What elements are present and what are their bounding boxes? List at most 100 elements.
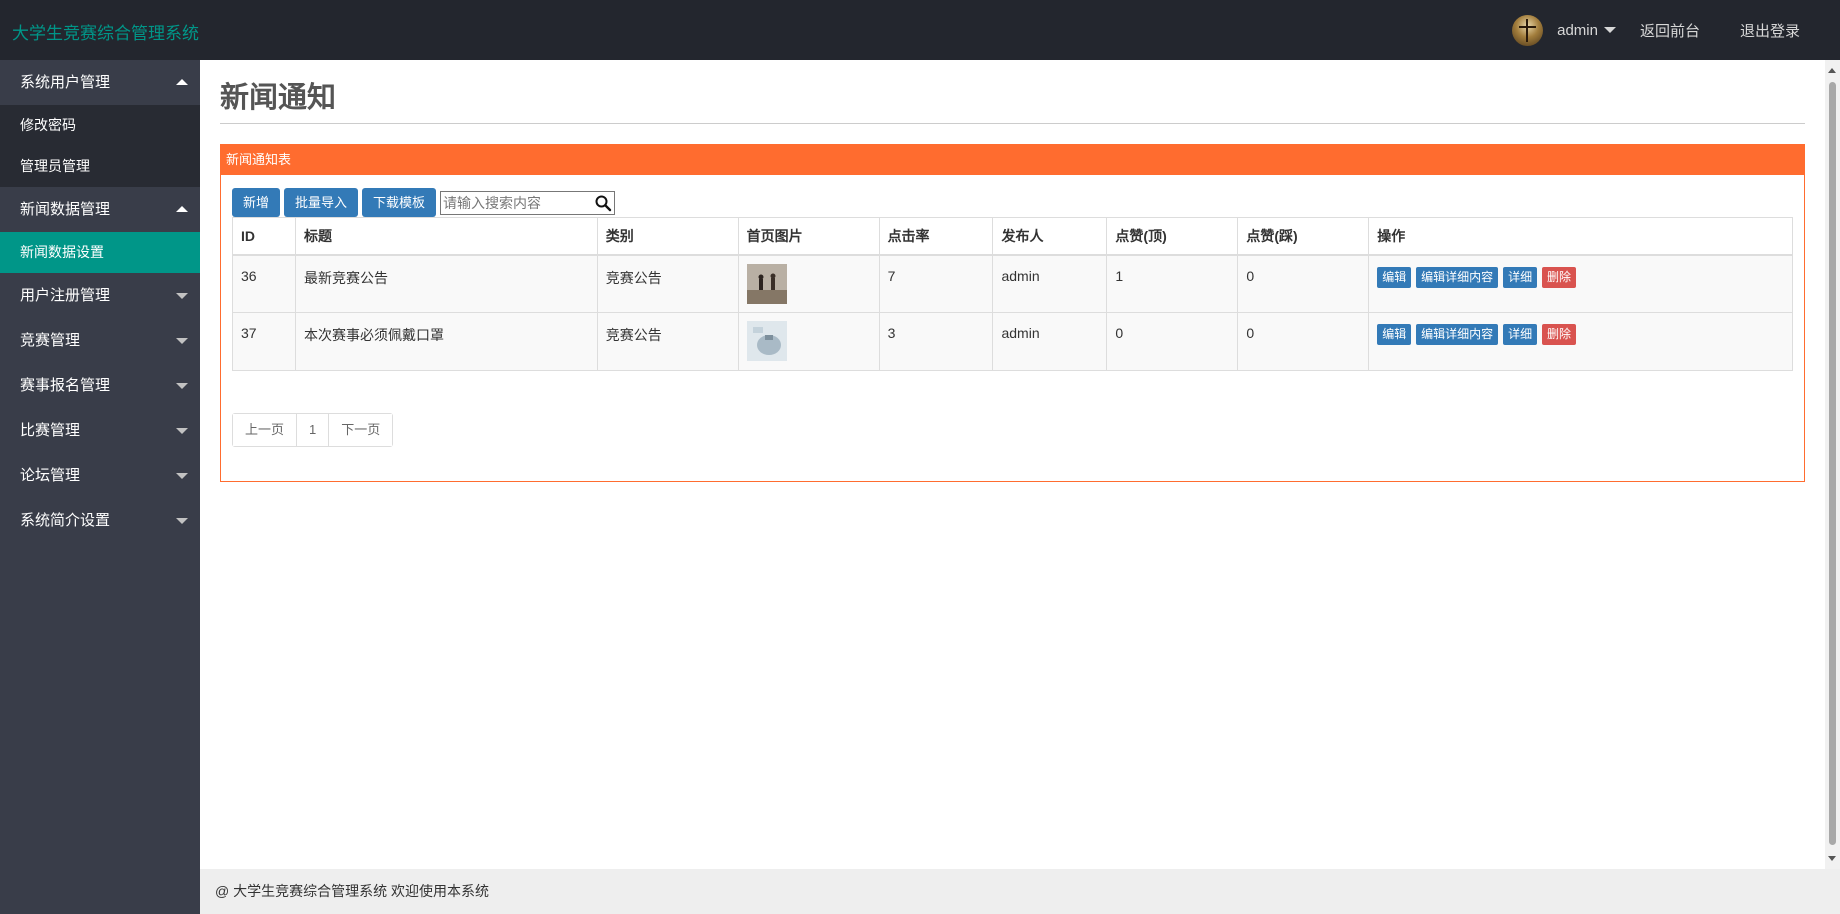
chevron-down-icon [176,428,188,434]
news-table: ID 标题 类别 首页图片 点击率 发布人 点赞(顶) 点赞(踩) 操作 36 … [232,217,1793,371]
column-header: 点赞(顶) [1106,217,1239,256]
cell-dislikes: 0 [1237,254,1370,313]
cell-dislikes: 0 [1237,312,1370,371]
sidebar-group-system-intro[interactable]: 系统简介设置 [0,498,200,543]
column-header: 点赞(踩) [1237,217,1370,256]
page-title: 新闻通知 [220,82,337,114]
news-panel: 新闻通知表 新增 批量导入 下载模板 ID 标题 [220,144,1805,482]
batch-import-button[interactable]: 批量导入 [284,188,359,217]
thumbnail-image[interactable] [746,321,787,361]
scroll-up-arrow-icon[interactable] [1828,68,1836,73]
sidebar-group-label: 系统简介设置 [20,512,111,529]
sidebar-group-news-data[interactable]: 新闻数据管理 [0,187,200,232]
sidebar-group-label: 新闻数据管理 [20,201,111,218]
cell-likes: 0 [1106,312,1239,371]
sidebar-group-label: 论坛管理 [20,467,81,484]
sidebar-group-label: 竞赛管理 [20,332,81,349]
top-right-area: admin 返回前台 退出登录 [1512,0,1840,60]
sidebar-group-match[interactable]: 比赛管理 [0,408,200,453]
cell-id: 37 [232,312,296,371]
footer: @ 大学生竞赛综合管理系统 欢迎使用本系统 [200,869,1840,914]
sidebar-submenu-system-users: 修改密码 管理员管理 [0,105,200,187]
add-button[interactable]: 新增 [232,188,281,217]
panel-title: 新闻通知表 [221,145,1804,175]
edit-detail-button[interactable]: 编辑详细内容 [1416,266,1499,288]
chevron-down-icon [176,293,188,299]
vertical-scrollbar[interactable] [1825,60,1840,869]
chevron-down-icon [176,518,188,524]
search-input[interactable] [441,191,592,214]
column-header: 标题 [294,217,598,256]
sidebar-group-system-users[interactable]: 系统用户管理 [0,60,200,105]
chevron-up-icon [176,79,188,85]
delete-button[interactable]: 删除 [1541,324,1576,345]
main-content: 新闻通知 新闻通知表 新增 批量导入 下载模板 ID [200,60,1825,870]
table-row: 37 本次赛事必须佩戴口罩 竞赛公告 3 admin 0 0 编辑 编辑详细内容… [232,312,1793,371]
chevron-down-icon [176,338,188,344]
table-row: 36 最新竞赛公告 竞赛公告 7 admin 1 0 编辑 编辑详细内容 详细 … [232,254,1793,313]
sidebar-group-event-registration[interactable]: 赛事报名管理 [0,363,200,408]
cell-category: 竞赛公告 [596,254,739,313]
cell-clicks: 7 [878,254,994,313]
scroll-down-arrow-icon[interactable] [1828,856,1836,861]
column-header: 首页图片 [737,217,880,256]
top-bar: 大学生竞赛综合管理系统 admin 返回前台 退出登录 [0,0,1840,60]
sidebar-group-user-registration[interactable]: 用户注册管理 [0,273,200,318]
column-header: 类别 [596,217,739,256]
sidebar-group-label: 用户注册管理 [20,287,111,304]
column-header: 操作 [1368,217,1793,256]
column-header: ID [232,217,296,256]
title-divider [220,123,1805,124]
chevron-up-icon [176,206,188,212]
logout-link[interactable]: 退出登录 [1740,20,1800,41]
cell-title: 本次赛事必须佩戴口罩 [294,312,598,371]
search-icon[interactable] [594,194,612,212]
avatar[interactable] [1512,14,1544,46]
scroll-thumb[interactable] [1829,82,1836,845]
user-name[interactable]: admin [1557,22,1598,39]
cell-publisher: admin [992,254,1108,313]
search-box [440,190,616,215]
download-template-button[interactable]: 下载模板 [362,188,437,217]
sidebar-group-label: 比赛管理 [20,422,81,439]
next-page-button[interactable]: 下一页 [329,414,393,446]
edit-button[interactable]: 编辑 [1377,324,1412,345]
sidebar-group-label: 赛事报名管理 [20,377,111,394]
cell-likes: 1 [1106,254,1239,313]
sidebar-item-change-password[interactable]: 修改密码 [0,105,200,146]
page-number-button[interactable]: 1 [297,414,330,446]
cell-title: 最新竞赛公告 [294,254,598,313]
cell-actions: 编辑 编辑详细内容 详细 删除 [1368,312,1793,371]
pagination: 上一页 1 下一页 [232,413,394,447]
column-header: 点击率 [878,217,994,256]
cell-clicks: 3 [878,312,994,371]
chevron-down-icon[interactable] [1603,27,1616,33]
sidebar-item-admin-management[interactable]: 管理员管理 [0,146,200,187]
delete-button[interactable]: 删除 [1541,266,1576,288]
back-to-frontend-link[interactable]: 返回前台 [1640,20,1700,41]
sidebar-group-competition[interactable]: 竞赛管理 [0,318,200,363]
toolbar: 新增 批量导入 下载模板 [232,188,616,217]
chevron-down-icon [176,473,188,479]
table-header-row: ID 标题 类别 首页图片 点击率 发布人 点赞(顶) 点赞(踩) 操作 [232,217,1793,256]
sidebar-group-label: 系统用户管理 [20,74,111,91]
detail-button[interactable]: 详细 [1503,266,1538,288]
cell-publisher: admin [992,312,1108,371]
column-header: 发布人 [992,217,1108,256]
sidebar: 系统用户管理 修改密码 管理员管理 新闻数据管理 新闻数据设置 用户注册管理 竞… [0,60,200,914]
sidebar-group-forum[interactable]: 论坛管理 [0,453,200,498]
sidebar-item-news-settings[interactable]: 新闻数据设置 [0,232,200,273]
sidebar-submenu-news-data: 新闻数据设置 [0,232,200,273]
detail-button[interactable]: 详细 [1503,324,1538,345]
prev-page-button[interactable]: 上一页 [233,414,298,446]
cell-image [737,254,880,313]
cell-id: 36 [232,254,296,313]
thumbnail-image[interactable] [746,263,787,304]
edit-button[interactable]: 编辑 [1377,266,1412,288]
chevron-down-icon [176,383,188,389]
cell-image [737,312,880,371]
app-title[interactable]: 大学生竞赛综合管理系统 [12,19,199,44]
edit-detail-button[interactable]: 编辑详细内容 [1416,324,1499,345]
cell-actions: 编辑 编辑详细内容 详细 删除 [1368,254,1793,313]
cell-category: 竞赛公告 [596,312,739,371]
